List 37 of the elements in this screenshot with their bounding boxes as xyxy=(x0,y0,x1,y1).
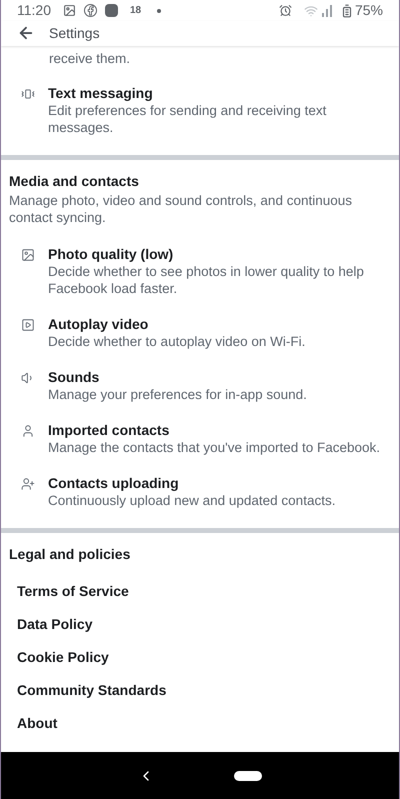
alarm-icon xyxy=(278,4,292,17)
battery-level: 75% xyxy=(354,1,383,20)
add-person-icon xyxy=(21,476,35,491)
item-description: Manage the contacts that you've imported to Facebook. xyxy=(48,438,380,456)
play-icon xyxy=(21,318,35,332)
policy-link[interactable]: About xyxy=(17,713,58,734)
wifi-icon xyxy=(304,4,318,18)
policy-link[interactable]: Terms of Service xyxy=(17,581,129,602)
person-icon xyxy=(21,424,35,438)
app-icon xyxy=(105,4,118,17)
section-description: Manage photo, video and sound controls, and continuous contact syncing. xyxy=(9,192,353,226)
item-title[interactable]: Imported contacts xyxy=(48,420,380,439)
item-description: Manage your preferences for in-app sound. xyxy=(48,386,307,403)
section-title: Legal and policies xyxy=(8,545,132,563)
vibrate-icon xyxy=(21,86,35,101)
image-icon xyxy=(63,4,76,17)
facebook-icon xyxy=(84,4,97,17)
item-description: receive them. xyxy=(49,50,130,66)
policy-link[interactable]: Cookie Policy xyxy=(17,647,109,668)
home-pill[interactable] xyxy=(234,770,262,780)
notification-count: 18 xyxy=(130,4,142,18)
item-description: Edit preferences for sending and receiving text messages. xyxy=(48,102,328,136)
policy-link[interactable]: Data Policy xyxy=(17,614,92,635)
item-title[interactable]: Sounds xyxy=(48,368,307,386)
item-title[interactable]: Text messaging xyxy=(48,84,387,102)
policy-link[interactable]: Community Standards xyxy=(17,680,166,701)
image-icon xyxy=(21,248,35,262)
item-title[interactable]: Autoplay video xyxy=(48,314,306,333)
status-time: 11:20 xyxy=(17,1,51,20)
item-description: Decide whether to autoplay video on Wi-Fi. xyxy=(48,332,306,350)
section-title: Media and contacts xyxy=(9,172,140,190)
item-description: Continuously upload new and updated contacts. xyxy=(48,492,336,509)
signal-icon xyxy=(322,4,332,16)
item-description: Decide whether to see photos in lower quality to help Facebook load faster. xyxy=(48,262,365,297)
item-title[interactable]: Photo quality (low) xyxy=(48,244,387,263)
page-title: Settings xyxy=(49,24,100,43)
item-title[interactable]: Contacts uploading xyxy=(48,474,336,492)
